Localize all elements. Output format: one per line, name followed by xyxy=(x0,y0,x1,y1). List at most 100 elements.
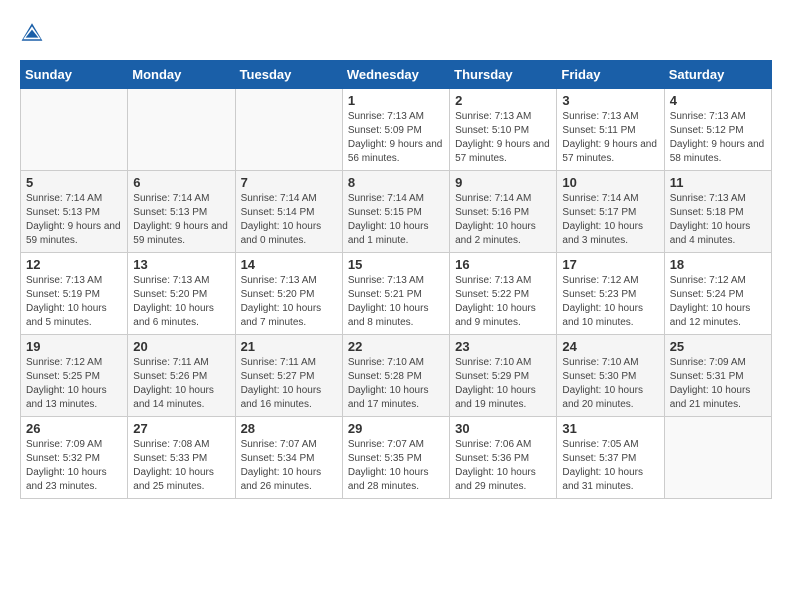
day-cell: 14Sunrise: 7:13 AMSunset: 5:20 PMDayligh… xyxy=(235,253,342,335)
day-cell: 6Sunrise: 7:14 AMSunset: 5:13 PMDaylight… xyxy=(128,171,235,253)
day-info: Sunrise: 7:13 AMSunset: 5:09 PMDaylight:… xyxy=(348,110,444,166)
day-header-wednesday: Wednesday xyxy=(342,61,449,89)
day-number: 22 xyxy=(348,339,444,354)
day-number: 20 xyxy=(133,339,229,354)
week-row-2: 5 Sunrise: 7:14 AMSunset: 5:13 PMDaylight… xyxy=(21,171,772,253)
day-number: 27 xyxy=(133,421,229,436)
day-number: 19 xyxy=(26,339,122,354)
day-cell: 2 Sunrise: 7:13 AMSunset: 5:10 PMDaylight… xyxy=(450,89,557,171)
day-number: 7 xyxy=(241,175,337,190)
day-cell: 13 Sunrise: 7:13 AMSunset: 5:20 PMDayligh… xyxy=(128,253,235,335)
day-cell: 9 Sunrise: 7:14 AMSunset: 5:16 PMDaylight… xyxy=(450,171,557,253)
day-info: Sunrise: 7:08 AMSunset: 5:33 PMDaylight:… xyxy=(133,438,229,494)
day-number: 16 xyxy=(455,257,551,272)
day-info: Sunrise: 7:10 AMSunset: 5:30 PMDaylight:… xyxy=(562,356,658,412)
day-info: Sunrise: 7:12 AMSunset: 5:24 PMDaylight:… xyxy=(670,274,766,330)
day-cell: 7Sunrise: 7:14 AMSunset: 5:14 PMDaylight… xyxy=(235,171,342,253)
day-cell: 11 Sunrise: 7:13 AMSunset: 5:18 PMDayligh… xyxy=(664,171,771,253)
day-header-thursday: Thursday xyxy=(450,61,557,89)
day-cell: 18 Sunrise: 7:12 AMSunset: 5:24 PMDayligh… xyxy=(664,253,771,335)
day-info: Sunrise: 7:11 AMSunset: 5:26 PMDaylight:… xyxy=(133,356,229,412)
day-number: 21 xyxy=(241,339,337,354)
day-number: 6 xyxy=(133,175,229,190)
week-row-5: 26 Sunrise: 7:09 AMSunset: 5:32 PMDayligh… xyxy=(21,417,772,499)
day-cell: 28 Sunrise: 7:07 AMSunset: 5:34 PMDayligh… xyxy=(235,417,342,499)
day-info: Sunrise: 7:14 AMSunset: 5:16 PMDaylight:… xyxy=(455,192,551,248)
day-cell: 27 Sunrise: 7:08 AMSunset: 5:33 PMDayligh… xyxy=(128,417,235,499)
week-row-4: 19Sunrise: 7:12 AMSunset: 5:25 PMDayligh… xyxy=(21,335,772,417)
day-cell xyxy=(664,417,771,499)
day-cell: 31 Sunrise: 7:05 AMSunset: 5:37 PMDayligh… xyxy=(557,417,664,499)
day-cell: 22 Sunrise: 7:10 AMSunset: 5:28 PMDayligh… xyxy=(342,335,449,417)
day-cell: 21 Sunrise: 7:11 AMSunset: 5:27 PMDayligh… xyxy=(235,335,342,417)
day-info: Sunrise: 7:13 AMSunset: 5:20 PMDaylight:… xyxy=(133,274,229,330)
day-info: Sunrise: 7:13 AMSunset: 5:21 PMDaylight:… xyxy=(348,274,444,330)
day-info: Sunrise: 7:13 AMSunset: 5:10 PMDaylight:… xyxy=(455,110,551,166)
day-number: 10 xyxy=(562,175,658,190)
calendar-table: SundayMondayTuesdayWednesdayThursdayFrid… xyxy=(20,60,772,499)
day-info: Sunrise: 7:09 AMSunset: 5:32 PMDaylight:… xyxy=(26,438,122,494)
day-info: Sunrise: 7:07 AMSunset: 5:34 PMDaylight:… xyxy=(241,438,337,494)
week-row-1: 1 Sunrise: 7:13 AMSunset: 5:09 PMDaylight… xyxy=(21,89,772,171)
day-cell: 15 Sunrise: 7:13 AMSunset: 5:21 PMDayligh… xyxy=(342,253,449,335)
day-number: 18 xyxy=(670,257,766,272)
day-cell: 4 Sunrise: 7:13 AMSunset: 5:12 PMDaylight… xyxy=(664,89,771,171)
day-cell xyxy=(235,89,342,171)
day-number: 25 xyxy=(670,339,766,354)
day-cell: 24 Sunrise: 7:10 AMSunset: 5:30 PMDayligh… xyxy=(557,335,664,417)
day-cell: 29Sunrise: 7:07 AMSunset: 5:35 PMDayligh… xyxy=(342,417,449,499)
day-cell: 26 Sunrise: 7:09 AMSunset: 5:32 PMDayligh… xyxy=(21,417,128,499)
day-info: Sunrise: 7:13 AMSunset: 5:12 PMDaylight:… xyxy=(670,110,766,166)
day-number: 3 xyxy=(562,93,658,108)
day-info: Sunrise: 7:10 AMSunset: 5:29 PMDaylight:… xyxy=(455,356,551,412)
day-cell: 8 Sunrise: 7:14 AMSunset: 5:15 PMDaylight… xyxy=(342,171,449,253)
day-number: 1 xyxy=(348,93,444,108)
day-number: 13 xyxy=(133,257,229,272)
day-info: Sunrise: 7:06 AMSunset: 5:36 PMDaylight:… xyxy=(455,438,551,494)
day-cell: 30 Sunrise: 7:06 AMSunset: 5:36 PMDayligh… xyxy=(450,417,557,499)
day-info: Sunrise: 7:13 AMSunset: 5:19 PMDaylight:… xyxy=(26,274,122,330)
day-info: Sunrise: 7:14 AMSunset: 5:13 PMDaylight:… xyxy=(26,192,122,248)
day-number: 29 xyxy=(348,421,444,436)
day-header-monday: Monday xyxy=(128,61,235,89)
day-number: 30 xyxy=(455,421,551,436)
day-number: 9 xyxy=(455,175,551,190)
day-cell: 5 Sunrise: 7:14 AMSunset: 5:13 PMDaylight… xyxy=(21,171,128,253)
day-number: 4 xyxy=(670,93,766,108)
day-number: 5 xyxy=(26,175,122,190)
day-cell: 20 Sunrise: 7:11 AMSunset: 5:26 PMDayligh… xyxy=(128,335,235,417)
day-header-sunday: Sunday xyxy=(21,61,128,89)
day-info: Sunrise: 7:13 AMSunset: 5:11 PMDaylight:… xyxy=(562,110,658,166)
day-info: Sunrise: 7:05 AMSunset: 5:37 PMDaylight:… xyxy=(562,438,658,494)
day-info: Sunrise: 7:14 AMSunset: 5:15 PMDaylight:… xyxy=(348,192,444,248)
day-cell xyxy=(21,89,128,171)
logo-icon xyxy=(20,20,44,44)
day-info: Sunrise: 7:12 AMSunset: 5:23 PMDaylight:… xyxy=(562,274,658,330)
day-number: 11 xyxy=(670,175,766,190)
page-header xyxy=(20,20,772,44)
day-cell: 10 Sunrise: 7:14 AMSunset: 5:17 PMDayligh… xyxy=(557,171,664,253)
day-info: Sunrise: 7:10 AMSunset: 5:28 PMDaylight:… xyxy=(348,356,444,412)
day-cell: 25 Sunrise: 7:09 AMSunset: 5:31 PMDayligh… xyxy=(664,335,771,417)
day-cell: 1 Sunrise: 7:13 AMSunset: 5:09 PMDaylight… xyxy=(342,89,449,171)
day-number: 8 xyxy=(348,175,444,190)
day-info: Sunrise: 7:13 AMSunset: 5:22 PMDaylight:… xyxy=(455,274,551,330)
day-number: 17 xyxy=(562,257,658,272)
day-number: 26 xyxy=(26,421,122,436)
day-cell xyxy=(128,89,235,171)
day-number: 31 xyxy=(562,421,658,436)
day-cell: 12Sunrise: 7:13 AMSunset: 5:19 PMDayligh… xyxy=(21,253,128,335)
logo xyxy=(20,20,48,44)
day-info: Sunrise: 7:13 AMSunset: 5:18 PMDaylight:… xyxy=(670,192,766,248)
day-number: 15 xyxy=(348,257,444,272)
day-number: 28 xyxy=(241,421,337,436)
day-header-tuesday: Tuesday xyxy=(235,61,342,89)
day-number: 14 xyxy=(241,257,337,272)
day-number: 24 xyxy=(562,339,658,354)
day-number: 2 xyxy=(455,93,551,108)
day-info: Sunrise: 7:14 AMSunset: 5:17 PMDaylight:… xyxy=(562,192,658,248)
day-cell: 17 Sunrise: 7:12 AMSunset: 5:23 PMDayligh… xyxy=(557,253,664,335)
day-number: 23 xyxy=(455,339,551,354)
day-info: Sunrise: 7:11 AMSunset: 5:27 PMDaylight:… xyxy=(241,356,337,412)
day-info: Sunrise: 7:09 AMSunset: 5:31 PMDaylight:… xyxy=(670,356,766,412)
